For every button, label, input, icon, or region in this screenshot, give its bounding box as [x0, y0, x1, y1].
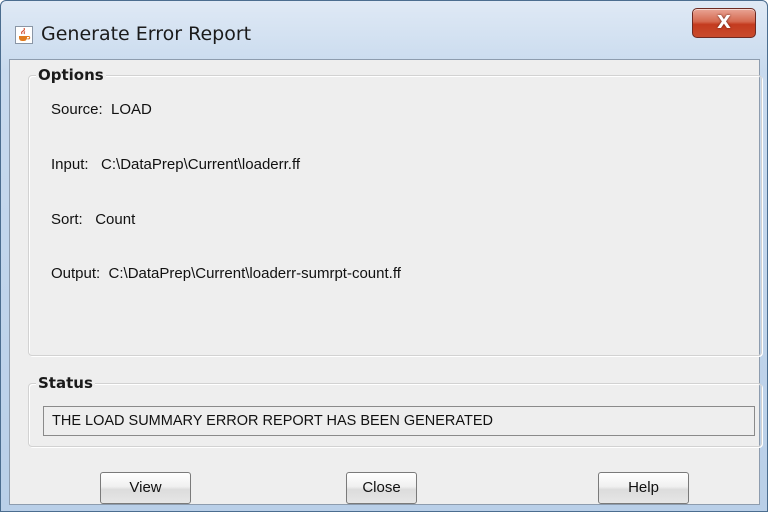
source-label: Source: [51, 101, 103, 118]
status-legend: Status [36, 374, 95, 392]
window-title: Generate Error Report [41, 23, 252, 45]
window-close-button[interactable]: X [692, 8, 756, 38]
output-line: Output: C:\DataPrep\Current\loaderr-sumr… [51, 265, 401, 282]
options-legend: Options [36, 66, 106, 84]
view-button[interactable]: View [100, 472, 191, 504]
input-line: Input: C:\DataPrep\Current\loaderr.ff [51, 156, 300, 173]
source-line: Source: LOAD [51, 101, 152, 118]
help-button[interactable]: Help [598, 472, 689, 504]
java-coffee-cup-icon [15, 26, 33, 44]
sort-line: Sort: Count [51, 211, 135, 228]
sort-label: Sort: [51, 211, 83, 228]
close-button[interactable]: Close [346, 472, 417, 504]
title-bar[interactable]: Generate Error Report X [1, 1, 767, 59]
close-icon: X [717, 12, 731, 33]
output-label: Output: [51, 265, 101, 282]
dialog-window: Generate Error Report X Options Source: … [0, 0, 768, 512]
status-message-field: THE LOAD SUMMARY ERROR REPORT HAS BEEN G… [43, 406, 755, 436]
output-value: C:\DataPrep\Current\loaderr-sumrpt-count… [108, 265, 401, 282]
source-value: LOAD [111, 101, 152, 118]
input-value: C:\DataPrep\Current\loaderr.ff [101, 156, 301, 173]
sort-value: Count [95, 211, 136, 228]
input-label: Input: [51, 156, 89, 173]
